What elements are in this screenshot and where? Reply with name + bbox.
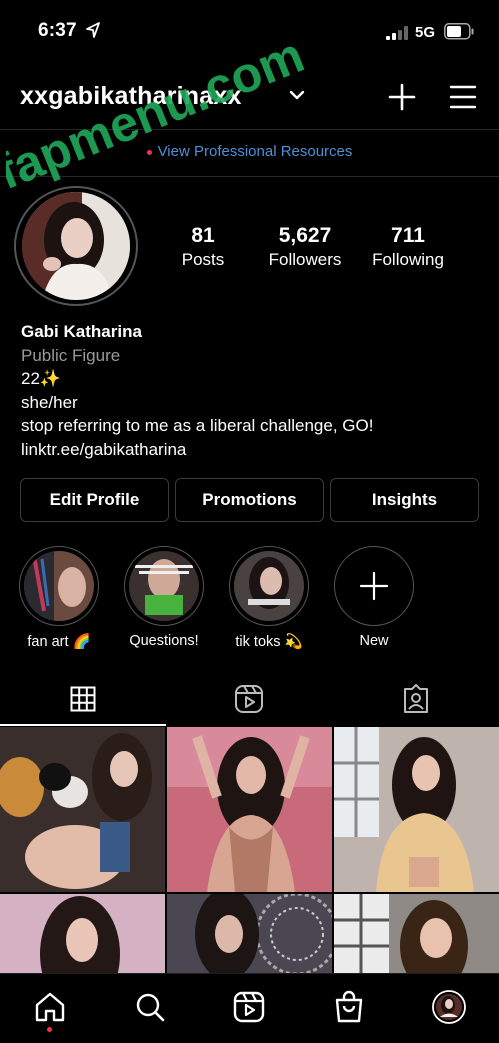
edit-profile-button[interactable]: Edit Profile (20, 478, 169, 522)
shop-icon[interactable] (332, 990, 366, 1024)
highlight-cover (24, 551, 94, 621)
bio-pronouns: she/her (21, 392, 78, 412)
stat-following[interactable]: 711 Following (365, 224, 451, 270)
posts-label: Posts (181, 250, 225, 269)
post-thumbnail[interactable] (0, 894, 165, 973)
tab-reels[interactable] (166, 672, 332, 726)
professional-resources-row[interactable]: View Professional Resources (0, 130, 499, 176)
followers-count: 5,627 (278, 224, 332, 247)
post-thumbnail[interactable] (334, 894, 499, 973)
professional-divider (0, 176, 499, 177)
signal-icon (386, 26, 408, 40)
highlight-item[interactable]: fan art 🌈 (17, 546, 101, 650)
network-label: 5G (415, 24, 436, 41)
highlight-label: Questions! (129, 633, 199, 649)
username-title[interactable]: xxgabikatharinaxx (20, 82, 242, 111)
home-notification-dot (47, 1027, 52, 1032)
battery-icon (444, 23, 474, 40)
active-tab-indicator (0, 724, 166, 726)
search-icon[interactable] (133, 990, 167, 1024)
highlight-ring (124, 546, 204, 626)
highlight-label: tik toks 💫 (235, 634, 303, 650)
hamburger-menu-icon[interactable] (447, 82, 479, 112)
status-bar: 6:37 5G (0, 0, 499, 62)
following-count: 711 (391, 224, 425, 247)
reels-icon (235, 685, 263, 713)
display-name: Gabi Katharina (21, 322, 142, 341)
grid-icon (70, 686, 96, 712)
tagged-icon (404, 684, 428, 713)
bio-line: stop referring to me as a liberal challe… (21, 416, 374, 435)
profile-header: xxgabikatharinaxx (0, 70, 499, 122)
stat-posts[interactable]: 81 Posts (170, 224, 236, 270)
reels-icon[interactable] (232, 990, 266, 1024)
profile-category: Public Figure (21, 345, 121, 365)
notification-dot (146, 149, 152, 155)
promotions-button[interactable]: Promotions (175, 478, 324, 522)
home-icon[interactable] (33, 990, 67, 1024)
post-thumbnail[interactable] (0, 727, 165, 892)
tab-tagged[interactable] (333, 672, 499, 726)
chevron-down-icon[interactable] (289, 88, 305, 102)
avatar[interactable] (432, 990, 466, 1024)
following-label: Following (372, 250, 444, 269)
location-arrow-icon (86, 22, 100, 38)
plus-icon (359, 571, 389, 601)
highlight-ring (334, 546, 414, 626)
posts-count: 81 (191, 224, 215, 247)
highlight-cover (234, 551, 304, 621)
followers-label: Followers (268, 250, 342, 269)
profile-bio: Gabi Katharina Public Figure 22✨ she/her… (21, 320, 491, 461)
highlight-label: fan art 🌈 (27, 634, 91, 650)
highlight-ring (19, 546, 99, 626)
profile-avatar[interactable] (14, 186, 138, 306)
highlight-label: New (359, 633, 389, 649)
plus-square-icon[interactable] (386, 81, 418, 113)
stat-followers[interactable]: 5,627 Followers (262, 224, 348, 270)
highlight-item[interactable]: Questions! (122, 546, 206, 649)
posts-grid (0, 727, 499, 973)
highlight-item[interactable]: tik toks 💫 (227, 546, 311, 650)
profile-photo (22, 192, 130, 300)
bio-line: 22✨ (21, 369, 62, 388)
new-highlight-button[interactable]: New (332, 546, 416, 649)
insights-button[interactable]: Insights (330, 478, 479, 522)
professional-resources-link[interactable]: View Professional Resources (158, 143, 353, 160)
bottom-navigation (0, 973, 499, 1043)
tab-posts-grid[interactable] (0, 672, 166, 726)
bio-link[interactable]: linktr.ee/gabikatharina (21, 438, 491, 462)
highlight-ring (229, 546, 309, 626)
post-thumbnail[interactable] (167, 894, 332, 973)
post-thumbnail[interactable] (334, 727, 499, 892)
status-time: 6:37 (38, 20, 77, 41)
post-thumbnail[interactable] (167, 727, 332, 892)
highlight-cover (129, 551, 199, 621)
